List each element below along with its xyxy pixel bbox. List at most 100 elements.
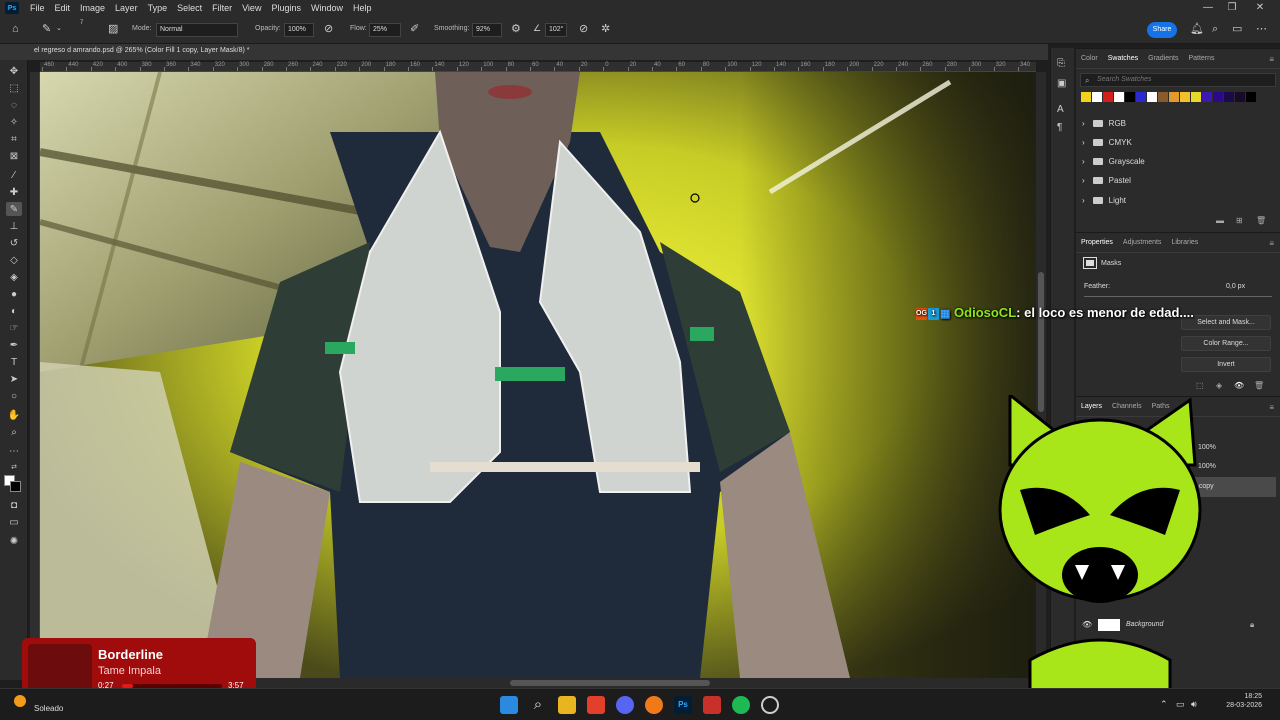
panel-menu-icon[interactable]: ≡ (1269, 239, 1274, 248)
swatch-11[interactable] (1202, 92, 1212, 102)
smudge-tool-icon[interactable]: ☞ (6, 321, 22, 335)
swatch-8[interactable] (1169, 92, 1179, 102)
blender-icon[interactable] (645, 696, 663, 714)
swatch-3[interactable] (1114, 92, 1124, 102)
file-explorer-icon[interactable] (558, 696, 576, 714)
folder-rgb[interactable]: › RGB (1082, 119, 1126, 128)
feather-value[interactable]: 0,0 px (1226, 283, 1245, 290)
brush-size-value[interactable]: 7 (80, 20, 83, 26)
swatch-15[interactable] (1246, 92, 1256, 102)
new-group-icon[interactable]: ▬ (1216, 216, 1224, 225)
workspace-icon[interactable]: ▭ (1232, 24, 1242, 35)
menu-select[interactable]: Select (172, 3, 207, 13)
swatch-4[interactable] (1125, 92, 1135, 102)
minimize-button[interactable]: — (1196, 0, 1220, 16)
crop-tool-icon[interactable]: ⌗ (6, 132, 22, 146)
shape-tool-icon[interactable]: ○ (6, 389, 22, 403)
symmetry-icon[interactable]: ✲ (601, 24, 610, 35)
home-icon[interactable]: ⌂ (12, 24, 19, 35)
color-range-button[interactable]: Color Range... (1181, 336, 1271, 351)
tab-patterns[interactable]: Patterns (1183, 55, 1219, 62)
paragraph-icon[interactable]: ¶ (1057, 122, 1062, 133)
swatch-6[interactable] (1147, 92, 1157, 102)
paint-bucket-icon[interactable]: ◈ (6, 270, 22, 284)
stamp-tool-icon[interactable]: ⊥ (6, 219, 22, 233)
brave-browser-icon[interactable] (587, 696, 605, 714)
airbrush-icon[interactable]: ✐ (410, 24, 419, 35)
folder-light[interactable]: › Light (1082, 196, 1126, 205)
document-canvas[interactable] (40, 72, 1036, 678)
gear-icon[interactable]: ⚙ (511, 24, 521, 35)
pressure-opacity-icon[interactable]: ⊘ (324, 24, 333, 35)
tab-adjustments[interactable]: Adjustments (1118, 239, 1167, 246)
apply-mask-icon[interactable]: ◈ (1216, 381, 1222, 390)
tab-swatches[interactable]: Swatches (1103, 55, 1143, 62)
pen-tool-icon[interactable]: ✒ (6, 338, 22, 352)
tab-gradients[interactable]: Gradients (1143, 55, 1183, 62)
marquee-tool-icon[interactable]: ⬚ (6, 81, 22, 95)
bell-icon[interactable]: 🔔︎ (1190, 24, 1204, 35)
eraser-tool-icon[interactable]: ◇ (6, 253, 22, 267)
load-selection-icon[interactable]: ⬚ (1196, 381, 1204, 390)
folder-cmyk[interactable]: › CMYK (1082, 138, 1132, 147)
swatch-12[interactable] (1213, 92, 1223, 102)
menu-plugins[interactable]: Plugins (266, 3, 306, 13)
eyedropper-tool-icon[interactable]: ⁄ (6, 168, 22, 182)
zoom-tool-icon[interactable]: ⌕ (6, 425, 22, 439)
invert-button[interactable]: Invert (1181, 357, 1271, 372)
frame-tool-icon[interactable]: ⊠ (6, 149, 22, 163)
search-icon[interactable]: ⌕ (529, 696, 547, 714)
swatch-2[interactable] (1103, 92, 1113, 102)
screen-mode-icon[interactable]: ▭ (6, 515, 22, 529)
lasso-tool-icon[interactable]: ◌ (6, 98, 22, 112)
brush-settings-icon[interactable]: ▨ (108, 24, 118, 35)
swatch-0[interactable] (1081, 92, 1091, 102)
app-icon[interactable] (703, 696, 721, 714)
opacity-field[interactable]: 100% (284, 23, 314, 37)
menu-view[interactable]: View (237, 3, 266, 13)
swatch-10[interactable] (1191, 92, 1201, 102)
swatch-9[interactable] (1180, 92, 1190, 102)
brush-tool-preset-icon[interactable]: ✎ (42, 24, 51, 35)
trash-icon[interactable]: 🗑︎ (1256, 216, 1266, 225)
mode-select[interactable]: Normal (156, 23, 238, 37)
windows-start-icon[interactable] (500, 696, 518, 714)
document-tab[interactable]: el regreso d amrando.psd @ 265% (Color F… (0, 44, 1048, 60)
character-icon[interactable]: A (1057, 104, 1064, 115)
magic-wand-tool-icon[interactable]: ✧ (6, 115, 22, 129)
history-icon[interactable]: ⎘ (1057, 58, 1065, 69)
smoothing-field[interactable]: 92% (472, 23, 502, 37)
swatch-14[interactable] (1235, 92, 1245, 102)
history-brush-icon[interactable]: ↺ (6, 236, 22, 250)
path-selection-icon[interactable]: ➤ (6, 372, 22, 386)
swatch-search-input[interactable]: Search Swatches (1080, 73, 1276, 87)
feather-slider[interactable] (1084, 296, 1272, 297)
network-icon[interactable]: ▭ (1176, 699, 1185, 710)
swatch-13[interactable] (1224, 92, 1234, 102)
tab-color[interactable]: Color (1076, 55, 1103, 62)
spotify-icon[interactable] (732, 696, 750, 714)
menu-type[interactable]: Type (143, 3, 173, 13)
generative-icon[interactable]: ✺ (6, 534, 22, 548)
steam-icon[interactable] (761, 696, 779, 714)
speaker-icon[interactable]: 🔊︎ (1191, 699, 1197, 710)
menu-file[interactable]: File (25, 3, 50, 13)
select-and-mask-button[interactable]: Select and Mask... (1181, 315, 1271, 330)
quick-mask-icon[interactable]: ◘ (6, 498, 22, 512)
menu-image[interactable]: Image (75, 3, 110, 13)
menu-filter[interactable]: Filter (207, 3, 237, 13)
share-button[interactable]: Share (1147, 22, 1177, 38)
folder-pastel[interactable]: › Pastel (1082, 176, 1131, 185)
tab-libraries[interactable]: Libraries (1166, 239, 1203, 246)
tray-chevron-icon[interactable]: ⌃ (1160, 699, 1168, 710)
dodge-tool-icon[interactable]: ◐ (6, 304, 22, 318)
panel-menu-icon[interactable]: ≡ (1269, 403, 1274, 412)
swatch-1[interactable] (1092, 92, 1102, 102)
menu-edit[interactable]: Edit (50, 3, 76, 13)
new-swatch-icon[interactable]: ⊞ (1236, 216, 1243, 225)
healing-tool-icon[interactable]: ✚ (6, 185, 22, 199)
pressure-size-icon[interactable]: ⊘ (579, 24, 588, 35)
chevron-down-icon[interactable]: ⌄ (56, 25, 62, 32)
more-icon[interactable]: ⋯ (1256, 24, 1267, 35)
brush-tool-icon[interactable]: ✎ (6, 202, 22, 216)
